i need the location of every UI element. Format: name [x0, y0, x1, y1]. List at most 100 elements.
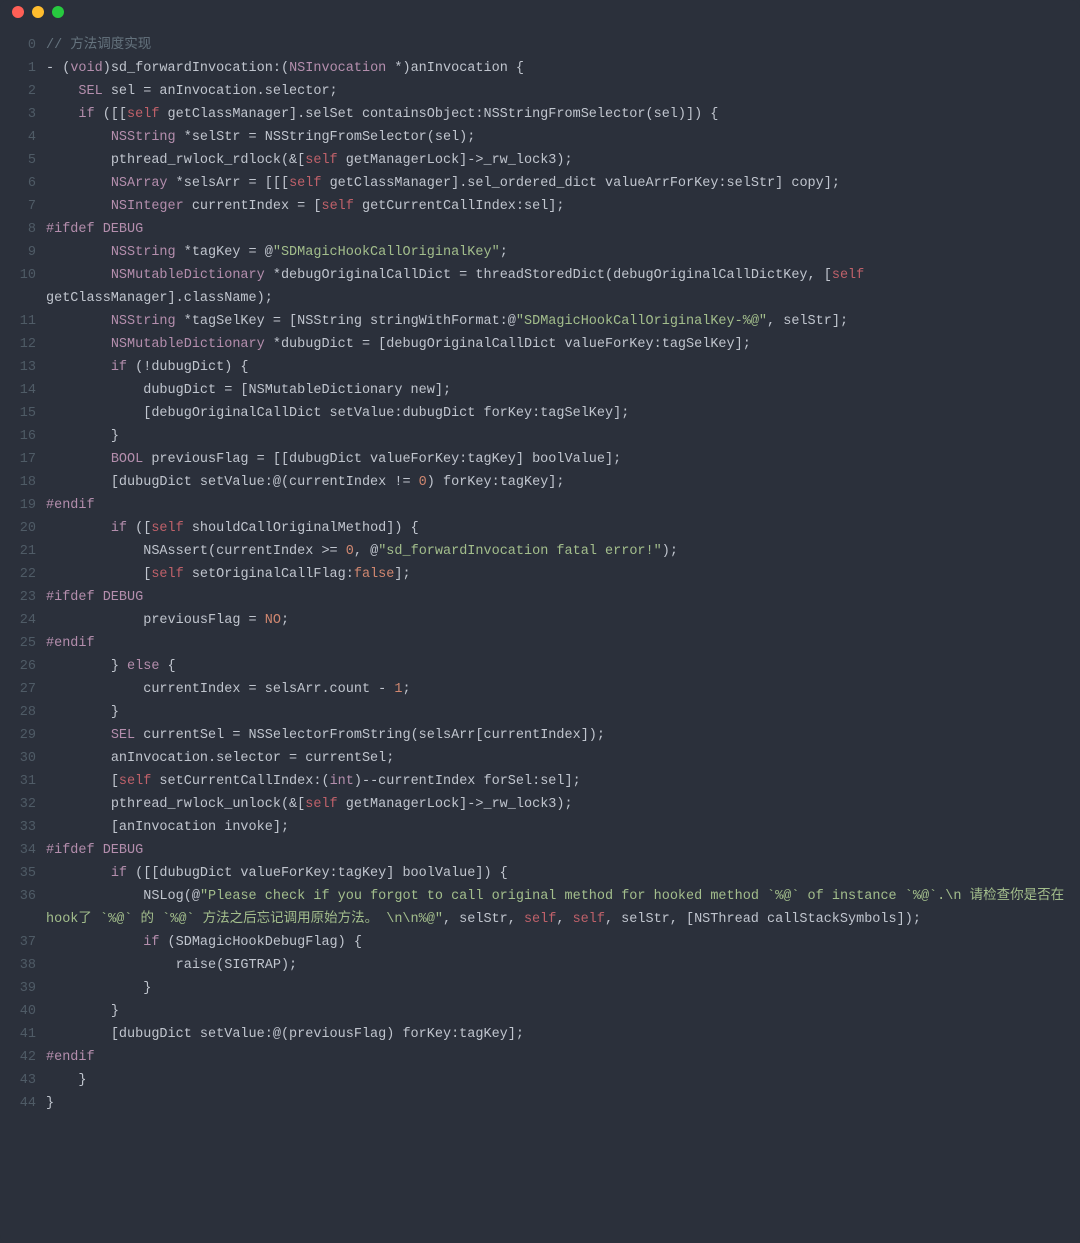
code-line[interactable]: 31 [self setCurrentCallIndex:(int)--curr… [8, 770, 1066, 793]
code-content[interactable]: BOOL previousFlag = [[dubugDict valueFor… [46, 448, 1066, 471]
code-content[interactable]: NSInteger currentIndex = [self getCurren… [46, 195, 1066, 218]
code-content[interactable]: #ifdef DEBUG [46, 218, 1066, 241]
code-content[interactable]: pthread_rwlock_unlock(&[self getManagerL… [46, 793, 1066, 816]
code-content[interactable]: #ifdef DEBUG [46, 839, 1066, 862]
code-line[interactable]: 35 if ([[dubugDict valueForKey:tagKey] b… [8, 862, 1066, 885]
code-content[interactable]: // 方法调度实现 [46, 34, 1066, 57]
code-line[interactable]: 11 NSString *tagSelKey = [NSString strin… [8, 310, 1066, 333]
code-line[interactable]: 22 [self setOriginalCallFlag:false]; [8, 563, 1066, 586]
token-op: *selsArr = [[[ [168, 176, 290, 191]
code-line[interactable]: 6 NSArray *selsArr = [[[self getClassMan… [8, 172, 1066, 195]
code-line[interactable]: 5 pthread_rwlock_rdlock(&[self getManage… [8, 149, 1066, 172]
code-line[interactable]: 41 [dubugDict setValue:@(previousFlag) f… [8, 1023, 1066, 1046]
code-line[interactable]: 17 BOOL previousFlag = [[dubugDict value… [8, 448, 1066, 471]
code-line[interactable]: 28 } [8, 701, 1066, 724]
code-line[interactable]: 40 } [8, 1000, 1066, 1023]
code-content[interactable]: previousFlag = NO; [46, 609, 1066, 632]
code-content[interactable]: pthread_rwlock_rdlock(&[self getManagerL… [46, 149, 1066, 172]
code-editor[interactable]: 0// 方法调度实现1- (void)sd_forwardInvocation:… [0, 24, 1080, 1129]
code-line[interactable]: 0// 方法调度实现 [8, 34, 1066, 57]
code-line[interactable]: 32 pthread_rwlock_unlock(&[self getManag… [8, 793, 1066, 816]
code-content[interactable]: SEL sel = anInvocation.selector; [46, 80, 1066, 103]
code-line[interactable]: 18 [dubugDict setValue:@(currentIndex !=… [8, 471, 1066, 494]
code-line[interactable]: 13 if (!dubugDict) { [8, 356, 1066, 379]
code-line[interactable]: 39 } [8, 977, 1066, 1000]
code-line[interactable]: 3 if ([[self getClassManager].selSet con… [8, 103, 1066, 126]
token-op: currentIndex = [ [184, 199, 322, 214]
code-line[interactable]: 14 dubugDict = [NSMutableDictionary new]… [8, 379, 1066, 402]
code-content[interactable]: #endif [46, 1046, 1066, 1069]
code-content[interactable]: } [46, 1069, 1066, 1092]
code-content[interactable]: anInvocation.selector = currentSel; [46, 747, 1066, 770]
code-content[interactable]: NSMutableDictionary *debugOriginalCallDi… [46, 264, 1066, 310]
code-content[interactable]: if ([[dubugDict valueForKey:tagKey] bool… [46, 862, 1066, 885]
code-content[interactable]: - (void)sd_forwardInvocation:(NSInvocati… [46, 57, 1066, 80]
code-line[interactable]: 43 } [8, 1069, 1066, 1092]
code-content[interactable]: } [46, 1000, 1066, 1023]
code-content[interactable]: [dubugDict setValue:@(previousFlag) forK… [46, 1023, 1066, 1046]
code-content[interactable]: NSAssert(currentIndex >= 0, @"sd_forward… [46, 540, 1066, 563]
code-content[interactable]: [self setCurrentCallIndex:(int)--current… [46, 770, 1066, 793]
code-line[interactable]: 10 NSMutableDictionary *debugOriginalCal… [8, 264, 1066, 310]
code-line[interactable]: 38 raise(SIGTRAP); [8, 954, 1066, 977]
code-content[interactable]: } [46, 977, 1066, 1000]
code-content[interactable]: NSString *selStr = NSStringFromSelector(… [46, 126, 1066, 149]
code-line[interactable]: 19#endif [8, 494, 1066, 517]
token-op: ]; [824, 176, 840, 191]
code-content[interactable]: } [46, 425, 1066, 448]
code-line[interactable]: 37 if (SDMagicHookDebugFlag) { [8, 931, 1066, 954]
code-line[interactable]: 44} [8, 1092, 1066, 1115]
code-line[interactable]: 12 NSMutableDictionary *dubugDict = [deb… [8, 333, 1066, 356]
code-line[interactable]: 27 currentIndex = selsArr.count - 1; [8, 678, 1066, 701]
code-line[interactable]: 34#ifdef DEBUG [8, 839, 1066, 862]
code-content[interactable]: [self setOriginalCallFlag:false]; [46, 563, 1066, 586]
code-line[interactable]: 21 NSAssert(currentIndex >= 0, @"sd_forw… [8, 540, 1066, 563]
code-content[interactable]: NSString *tagKey = @"SDMagicHookCallOrig… [46, 241, 1066, 264]
code-content[interactable]: } else { [46, 655, 1066, 678]
code-content[interactable]: } [46, 1092, 1066, 1115]
code-line[interactable]: 33 [anInvocation invoke]; [8, 816, 1066, 839]
code-content[interactable]: #ifdef DEBUG [46, 586, 1066, 609]
token-op: *tagKey = @ [176, 245, 273, 260]
code-line[interactable]: 23#ifdef DEBUG [8, 586, 1066, 609]
code-line[interactable]: 8#ifdef DEBUG [8, 218, 1066, 241]
code-content[interactable]: raise(SIGTRAP); [46, 954, 1066, 977]
code-content[interactable]: } [46, 701, 1066, 724]
code-content[interactable]: SEL currentSel = NSSelectorFromString(se… [46, 724, 1066, 747]
code-line[interactable]: 29 SEL currentSel = NSSelectorFromString… [8, 724, 1066, 747]
code-content[interactable]: [dubugDict setValue:@(currentIndex != 0)… [46, 471, 1066, 494]
code-line[interactable]: 2 SEL sel = anInvocation.selector; [8, 80, 1066, 103]
code-line[interactable]: 36 NSLog(@"Please check if you forgot to… [8, 885, 1066, 931]
code-content[interactable]: [debugOriginalCallDict setValue:dubugDic… [46, 402, 1066, 425]
code-content[interactable]: NSArray *selsArr = [[[self getClassManag… [46, 172, 1066, 195]
minimize-icon[interactable] [32, 6, 44, 18]
code-content[interactable]: [anInvocation invoke]; [46, 816, 1066, 839]
code-content[interactable]: if ([[self getClassManager].selSet conta… [46, 103, 1066, 126]
code-content[interactable]: if (!dubugDict) { [46, 356, 1066, 379]
code-line[interactable]: 24 previousFlag = NO; [8, 609, 1066, 632]
code-line[interactable]: 9 NSString *tagKey = @"SDMagicHookCallOr… [8, 241, 1066, 264]
code-line[interactable]: 20 if ([self shouldCallOriginalMethod]) … [8, 517, 1066, 540]
code-content[interactable]: if (SDMagicHookDebugFlag) { [46, 931, 1066, 954]
code-line[interactable]: 7 NSInteger currentIndex = [self getCurr… [8, 195, 1066, 218]
close-icon[interactable] [12, 6, 24, 18]
zoom-icon[interactable] [52, 6, 64, 18]
code-content[interactable]: NSString *tagSelKey = [NSString stringWi… [46, 310, 1066, 333]
code-content[interactable]: NSMutableDictionary *dubugDict = [debugO… [46, 333, 1066, 356]
code-line[interactable]: 30 anInvocation.selector = currentSel; [8, 747, 1066, 770]
code-line[interactable]: 26 } else { [8, 655, 1066, 678]
code-content[interactable]: NSLog(@"Please check if you forgot to ca… [46, 885, 1066, 931]
code-line[interactable]: 15 [debugOriginalCallDict setValue:dubug… [8, 402, 1066, 425]
code-content[interactable]: #endif [46, 632, 1066, 655]
code-line[interactable]: 42#endif [8, 1046, 1066, 1069]
code-line[interactable]: 16 } [8, 425, 1066, 448]
token-op [46, 935, 143, 950]
code-line[interactable]: 25#endif [8, 632, 1066, 655]
code-content[interactable]: #endif [46, 494, 1066, 517]
code-line[interactable]: 1- (void)sd_forwardInvocation:(NSInvocat… [8, 57, 1066, 80]
code-content[interactable]: dubugDict = [NSMutableDictionary new]; [46, 379, 1066, 402]
code-content[interactable]: currentIndex = selsArr.count - 1; [46, 678, 1066, 701]
code-line[interactable]: 4 NSString *selStr = NSStringFromSelecto… [8, 126, 1066, 149]
token-typ: int [330, 774, 354, 789]
code-content[interactable]: if ([self shouldCallOriginalMethod]) { [46, 517, 1066, 540]
